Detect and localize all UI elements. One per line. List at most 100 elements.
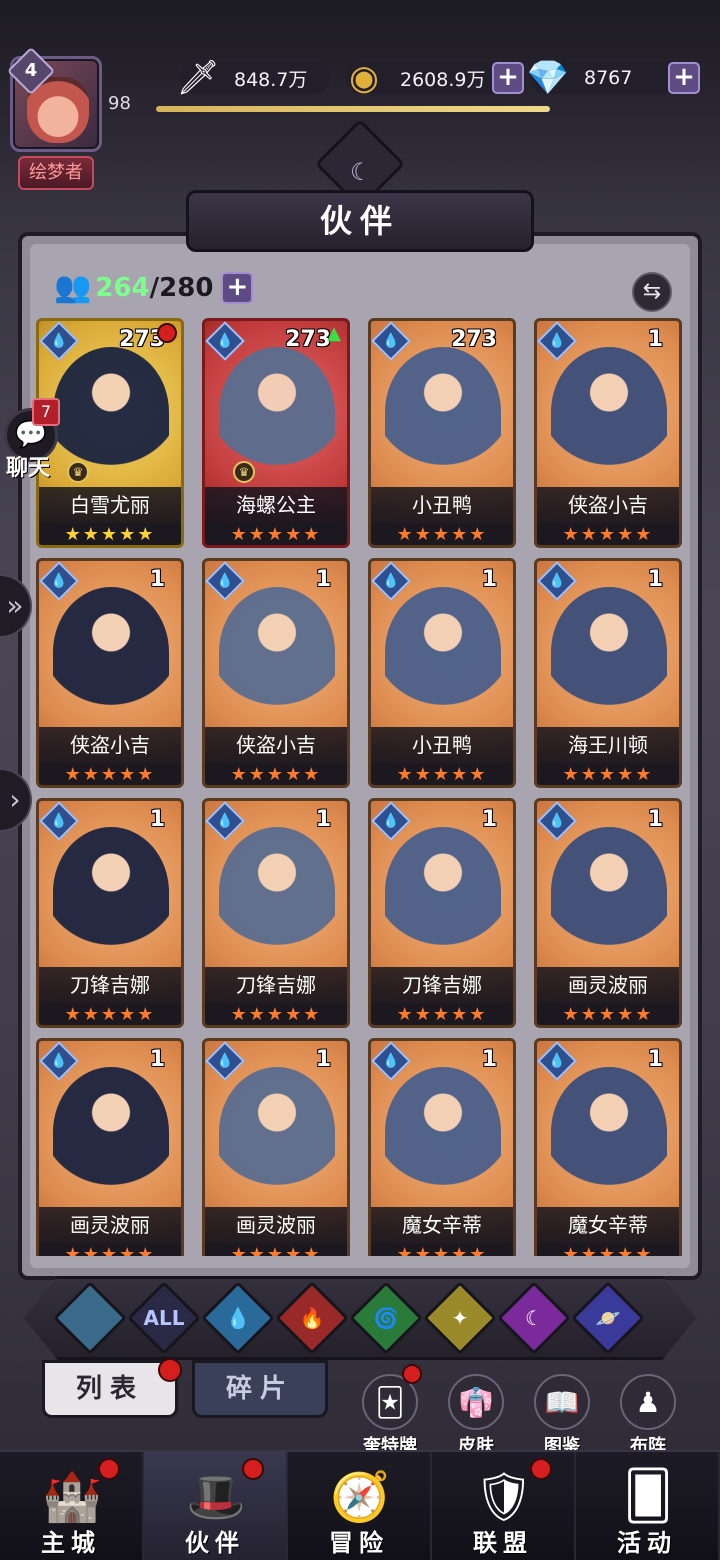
partner-level: 1 — [315, 567, 331, 592]
partner-card[interactable]: 💧 1 魔女辛蒂 ★★★★★ — [534, 1038, 682, 1256]
partner-level: 1 — [149, 1047, 165, 1072]
partner-stars: ★★★★★ — [371, 1243, 513, 1256]
partner-stars: ★★★★★ — [371, 1003, 513, 1025]
formation-icon: ♟ — [620, 1374, 676, 1430]
water-element-icon: 💧 — [205, 321, 245, 361]
cards-icon: 🂠 — [623, 1468, 673, 1524]
partner-stars: ★★★★★ — [537, 763, 679, 785]
page-title: 伙伴 — [186, 190, 534, 252]
nav-item-0[interactable]: 🏰 主城 — [0, 1452, 144, 1560]
partner-name: 小丑鸭 — [371, 727, 513, 763]
nav-item-4[interactable]: 🂠 活动 — [576, 1452, 720, 1560]
tab-list-notification-dot — [158, 1358, 182, 1382]
add-gold-button[interactable]: + — [492, 62, 524, 94]
partner-stars: ★★★★★ — [205, 763, 347, 785]
partner-portrait — [219, 827, 335, 957]
chat-unread-badge: 7 — [32, 398, 60, 426]
water-element-icon: 💧 — [39, 321, 79, 361]
partner-card[interactable]: 💧 1 刀锋吉娜 ★★★★★ — [368, 798, 516, 1028]
expand-roster-button[interactable]: + — [221, 271, 254, 304]
xp-bar — [156, 106, 696, 112]
partner-name: 海王川顿 — [537, 727, 679, 763]
partner-level: 1 — [647, 567, 663, 592]
player-title-badge[interactable]: 绘梦者 — [18, 156, 94, 190]
gold-display: ◉ 2608.9万 + — [346, 58, 524, 98]
side-button-0[interactable]: 🃏 奎特牌 — [358, 1374, 422, 1457]
partner-card[interactable]: 💧 1 刀锋吉娜 ★★★★★ — [202, 798, 350, 1028]
tab-fragments[interactable]: 碎片 — [192, 1360, 328, 1418]
nav-item-1[interactable]: 🎩 伙伴 — [144, 1452, 288, 1560]
side-button-3[interactable]: ♟ 布阵 — [616, 1374, 680, 1457]
partner-card[interactable]: 💧 1 魔女辛蒂 ★★★★★ — [368, 1038, 516, 1256]
partner-portrait — [53, 1067, 169, 1197]
partner-stars: ★★★★★ — [537, 523, 679, 545]
partner-stars: ★★★★★ — [39, 763, 181, 785]
water-element-icon: 💧 — [39, 561, 79, 601]
upgrade-arrow-icon: ▲ — [327, 323, 341, 344]
partner-portrait — [53, 587, 169, 717]
nav-item-3[interactable]: 🛡 联盟 — [432, 1452, 576, 1560]
partner-card[interactable]: 💧 1 侠盗小吉 ★★★★★ — [534, 318, 682, 548]
partner-stars: ★★★★★ — [39, 1243, 181, 1256]
codex-icon: 📖 — [534, 1374, 590, 1430]
side-button-2[interactable]: 📖 图鉴 — [530, 1374, 594, 1457]
partner-level: 1 — [149, 807, 165, 832]
partner-portrait — [551, 827, 667, 957]
partner-level: 273 — [451, 327, 497, 352]
add-diamond-button[interactable]: + — [668, 62, 700, 94]
water-element-icon: 💧 — [537, 801, 577, 841]
partner-level: 1 — [315, 807, 331, 832]
partner-portrait — [385, 587, 501, 717]
water-element-icon: 💧 — [205, 1041, 245, 1081]
water-element-icon: 💧 — [371, 321, 411, 361]
sort-toggle-button[interactable]: ⇆ — [632, 272, 672, 312]
partner-name: 画灵波丽 — [205, 1207, 347, 1243]
bottom-nav: 🏰 主城 🎩 伙伴 🧭 冒险 🛡 联盟 🂠 活动 — [0, 1450, 720, 1560]
nav-notification-dot — [242, 1458, 264, 1480]
side-button-notification-dot — [402, 1364, 422, 1384]
partner-card[interactable]: 💧 1 小丑鸭 ★★★★★ — [368, 558, 516, 788]
partner-stars: ★★★★★ — [371, 523, 513, 545]
water-element-icon: 💧 — [371, 1041, 411, 1081]
partner-level: 1 — [315, 1047, 331, 1072]
sword-power-icon: 🗡 — [176, 58, 220, 98]
water-element-icon: 💧 — [537, 321, 577, 361]
crown-icon: ♛ — [233, 461, 255, 483]
player-level-progress: 98 — [108, 93, 131, 114]
side-button-1[interactable]: 👘 皮肤 — [444, 1374, 508, 1457]
partner-card[interactable]: 💧 1 刀锋吉娜 ★★★★★ — [36, 798, 184, 1028]
partner-card[interactable]: 💧 273 小丑鸭 ★★★★★ — [368, 318, 516, 548]
roster-count: 👥 264/280 + — [54, 270, 254, 305]
partner-level: 1 — [647, 807, 663, 832]
partner-card[interactable]: 💧 273 海螺公主 ★★★★★ ▲ ♛ — [202, 318, 350, 548]
nav-item-2[interactable]: 🧭 冒险 — [288, 1452, 432, 1560]
partner-card[interactable]: 💧 1 画灵波丽 ★★★★★ — [534, 798, 682, 1028]
partner-level: 1 — [647, 1047, 663, 1072]
gold-coin-icon: ◉ — [349, 58, 379, 98]
outfit-icon: 👘 — [448, 1374, 504, 1430]
partner-stars: ★★★★★ — [39, 523, 181, 545]
partner-name: 魔女辛蒂 — [537, 1207, 679, 1243]
partner-name: 刀锋吉娜 — [371, 967, 513, 1003]
partner-name: 海螺公主 — [205, 487, 347, 523]
partner-card[interactable]: 💧 1 侠盗小吉 ★★★★★ — [202, 558, 350, 788]
partner-name: 侠盗小吉 — [205, 727, 347, 763]
partner-portrait — [385, 347, 501, 477]
partner-card[interactable]: 💧 1 海王川顿 ★★★★★ — [534, 558, 682, 788]
diamond-icon: 💎 — [526, 58, 570, 98]
xp-bar-fill — [156, 106, 551, 112]
partner-level: 273 — [285, 327, 331, 352]
partner-portrait — [219, 347, 335, 477]
partner-card[interactable]: 💧 1 画灵波丽 ★★★★★ — [202, 1038, 350, 1256]
partner-name: 侠盗小吉 — [39, 727, 181, 763]
partner-portrait — [551, 347, 667, 477]
partner-card[interactable]: 💧 1 侠盗小吉 ★★★★★ — [36, 558, 184, 788]
chat-button[interactable]: 💬 7 聊天 — [4, 398, 60, 481]
partner-stars: ★★★★★ — [205, 523, 347, 545]
partner-grid: 💧 273 白雪尤丽 ★★★★★ ♛ 💧 273 海螺公主 ★★★★★ ▲ ♛ 💧 273 小丑鸭 ★★★★… — [36, 318, 686, 1256]
chat-label: 聊天 — [6, 456, 51, 481]
partner-card[interactable]: 💧 1 画灵波丽 ★★★★★ — [36, 1038, 184, 1256]
partner-stars: ★★★★★ — [205, 1003, 347, 1025]
partner-portrait — [219, 587, 335, 717]
crown-icon: ♛ — [67, 461, 89, 483]
